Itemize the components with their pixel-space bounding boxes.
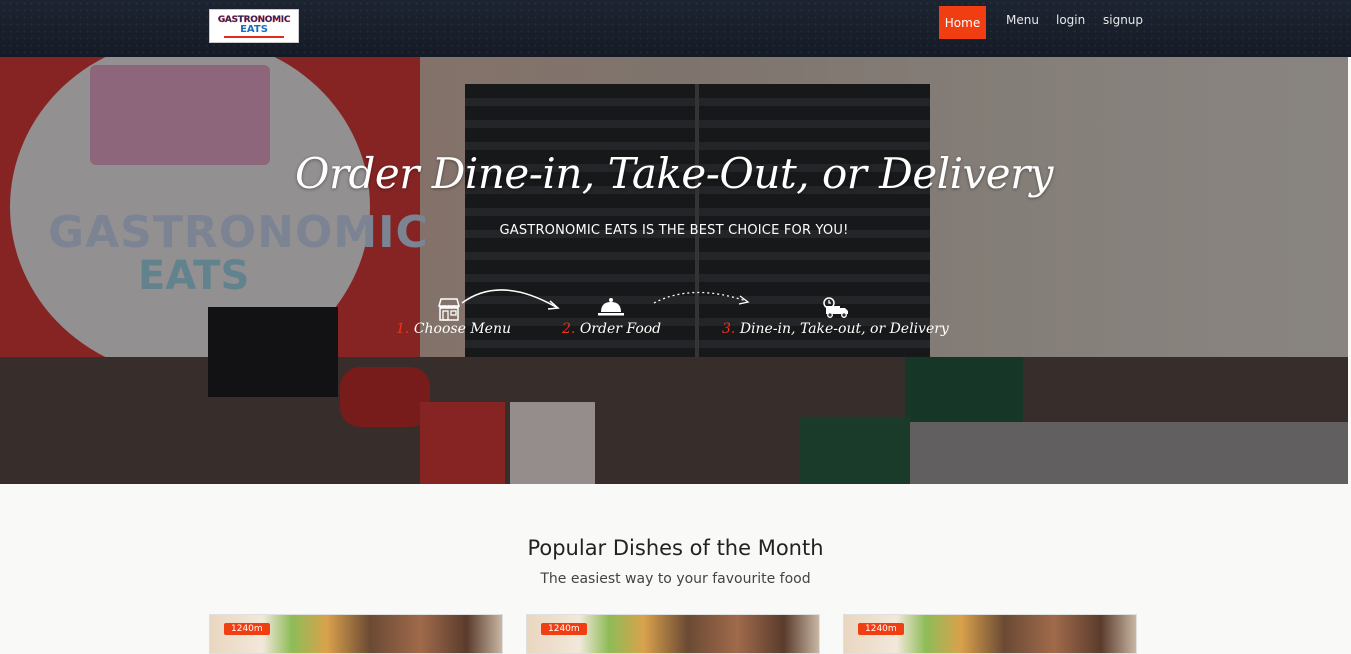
logo-underline xyxy=(224,35,284,38)
brand-logo[interactable]: GASTRONOMIC EATS xyxy=(209,9,299,43)
step-label: Dine-in, Take-out, or Delivery xyxy=(739,321,949,337)
step-arrow-1 xyxy=(461,289,560,310)
delivery-truck-icon xyxy=(823,297,848,318)
popular-dishes-subtitle: The easiest way to your favourite food xyxy=(540,571,811,587)
step-delivery: 3. Dine-in, Take-out, or Delivery xyxy=(722,321,949,337)
nav-login-link[interactable]: login xyxy=(1056,13,1085,27)
distance-badge: 1240m xyxy=(858,623,904,635)
hero-subtitle: GASTRONOMIC EATS IS THE BEST CHOICE FOR … xyxy=(499,223,849,238)
nav-signup-link[interactable]: signup xyxy=(1103,13,1143,27)
popular-dishes-title: Popular Dishes of the Month xyxy=(527,536,824,560)
step-label: Choose Menu xyxy=(413,321,511,337)
hero-title: Order Dine-in, Take-Out, or Delivery xyxy=(295,149,1053,198)
navbar: GASTRONOMIC EATS Home Menu login signup xyxy=(0,0,1351,57)
step-arrow-2 xyxy=(653,291,750,305)
step-number: 1. xyxy=(396,321,410,337)
step-order-food: 2. Order Food xyxy=(562,321,661,337)
dish-card[interactable]: 1240m xyxy=(843,614,1137,654)
step-label: Order Food xyxy=(579,321,662,337)
distance-badge: 1240m xyxy=(224,623,270,635)
logo-text-line1: GASTRONOMIC xyxy=(217,14,291,25)
distance-badge: 1240m xyxy=(541,623,587,635)
step-number: 3. xyxy=(722,321,736,337)
cloche-icon xyxy=(598,298,624,316)
step-number: 2. xyxy=(562,321,576,337)
step-choose-menu: 1. Choose Menu xyxy=(396,321,511,337)
hero-overlay xyxy=(0,57,1348,484)
nav-menu-link[interactable]: Menu xyxy=(1006,13,1039,27)
nav-home-link[interactable]: Home xyxy=(939,6,986,39)
dish-card[interactable]: 1240m xyxy=(526,614,820,654)
dish-card[interactable]: 1240m xyxy=(209,614,503,654)
logo-text-line2: EATS xyxy=(240,23,268,35)
store-icon xyxy=(438,298,460,321)
hero-banner: GASTRONOMIC EATS Order Dine-in, Take-Out… xyxy=(0,57,1348,484)
